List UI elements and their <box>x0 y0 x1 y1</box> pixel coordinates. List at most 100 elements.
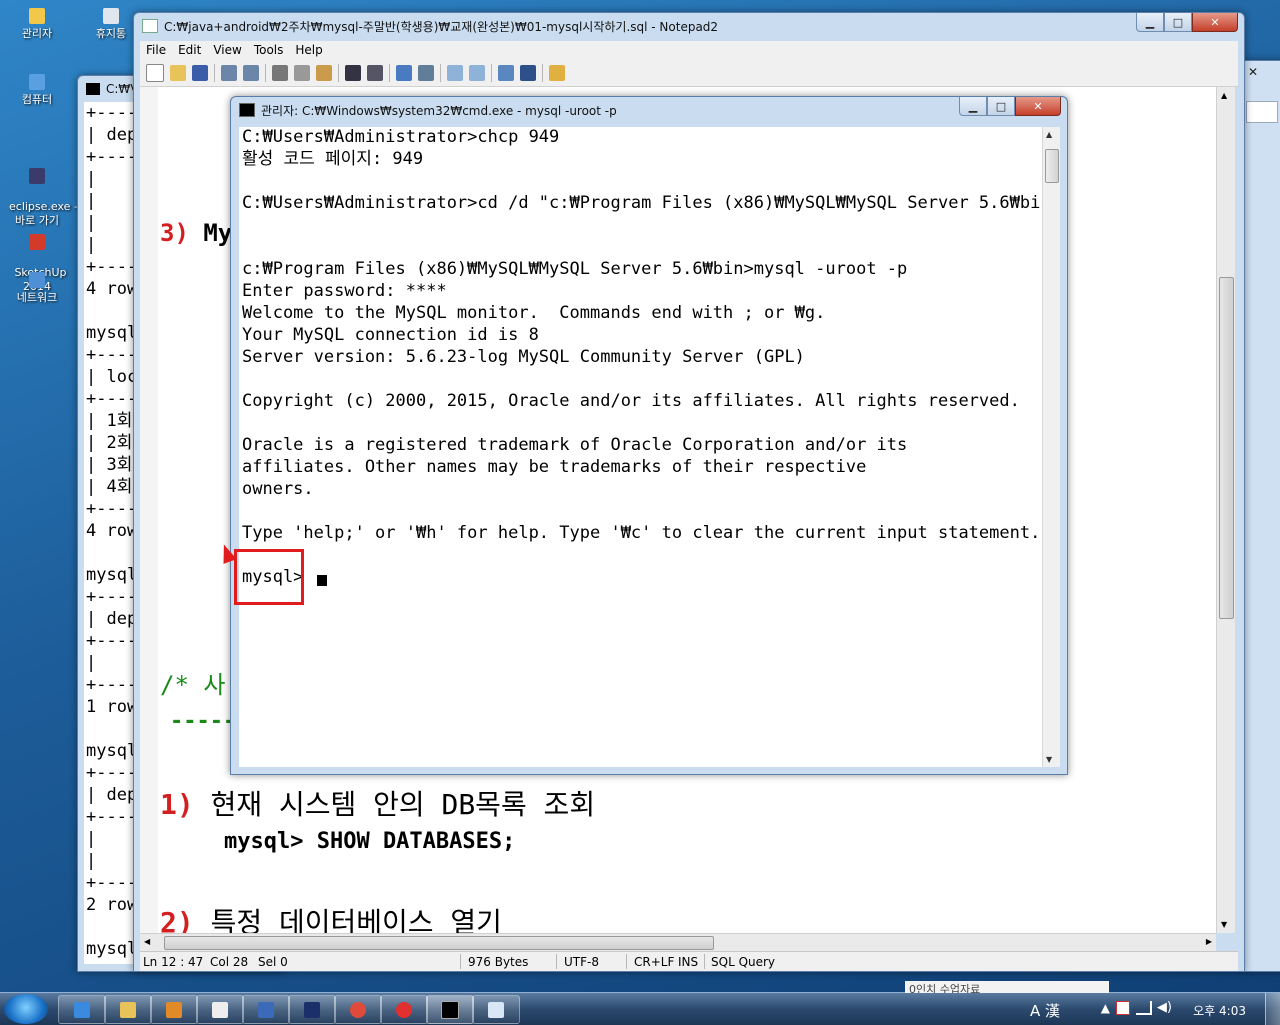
notepad-title: C:₩java+android₩2주차₩mysql-주말반(학생용)₩교재(완성… <box>164 19 719 34</box>
status-encoding[interactable]: UTF-8 <box>564 955 599 969</box>
prompt-highlight-box <box>234 549 304 605</box>
new-file-icon[interactable] <box>146 64 164 82</box>
notepad2-icon <box>488 1001 504 1018</box>
scheme-icon[interactable] <box>498 65 514 81</box>
taskbar-media[interactable] <box>150 995 198 1024</box>
cmd-caption-buttons: ▁ □ ✕ <box>959 97 1061 116</box>
cut-icon[interactable] <box>272 65 288 81</box>
menu-help[interactable]: Help <box>289 41 328 60</box>
code-line-number: 2) <box>160 906 194 933</box>
taskbar-explorer[interactable] <box>104 995 152 1024</box>
status-lexer[interactable]: SQL Query <box>711 955 775 969</box>
taskbar-notepad2[interactable] <box>472 995 520 1024</box>
start-button[interactable] <box>4 994 48 1024</box>
ime-indicator[interactable]: A 漢 <box>1030 1000 1060 1021</box>
zoom-out-icon[interactable] <box>469 65 485 81</box>
goto-icon[interactable] <box>418 65 434 81</box>
volume-icon[interactable]: ◀) <box>1157 1000 1172 1015</box>
menu-tools[interactable]: Tools <box>248 41 290 60</box>
hscroll-thumb[interactable] <box>164 936 714 950</box>
maximize-button[interactable]: □ <box>1164 13 1192 32</box>
maximize-button[interactable]: □ <box>987 97 1015 116</box>
scroll-left-icon[interactable]: ◀ <box>144 937 150 946</box>
desktop-icon-user[interactable]: 관리자 <box>2 8 72 41</box>
cmd-scrollbar[interactable]: ▲ ▼ <box>1042 127 1060 767</box>
open-folder-icon[interactable] <box>170 65 186 81</box>
show-desktop-button[interactable] <box>1265 993 1280 1025</box>
console-line: Server version: 5.6.23-log MySQL Communi… <box>242 347 805 367</box>
sketchup-icon <box>29 233 45 250</box>
action-center-icon[interactable] <box>1116 1001 1130 1015</box>
copy-icon[interactable] <box>294 65 310 81</box>
taskbar-ie[interactable] <box>58 995 106 1024</box>
zoom-in-icon[interactable] <box>447 65 463 81</box>
close-icon[interactable]: ✕ <box>1248 65 1258 79</box>
console-line: 활성 코드 페이지: 949 <box>242 149 424 169</box>
console-line: C:₩Users₩Administrator>cd /d "c:₩Program… <box>242 193 1042 213</box>
chrome-icon <box>350 1001 366 1018</box>
undo-icon[interactable] <box>221 65 237 81</box>
cmd-console[interactable]: C:₩Users₩Administrator>chcp 949 활성 코드 페이지… <box>239 127 1042 767</box>
desktop-icon-network[interactable]: 네트워크 <box>2 272 72 305</box>
status-eol[interactable]: CR+LF <box>634 955 674 969</box>
recorder-icon <box>396 1001 412 1018</box>
toolbar-separator <box>338 64 339 82</box>
taskbar-app[interactable] <box>242 995 290 1024</box>
scroll-up-icon[interactable]: ▲ <box>1221 91 1227 100</box>
scroll-up-icon[interactable]: ▲ <box>1046 130 1052 139</box>
cmd-window[interactable]: 관리자: C:₩Windows₩system32₩cmd.exe - mysql… <box>230 96 1068 775</box>
status-mode[interactable]: INS <box>678 955 698 969</box>
redo-icon[interactable] <box>243 65 259 81</box>
menu-edit[interactable]: Edit <box>172 41 207 60</box>
taskbar-notepad[interactable] <box>196 995 244 1024</box>
console-line: Oracle is a registered trademark of Orac… <box>242 435 908 455</box>
clock[interactable]: 오후 4:03 <box>1193 1002 1246 1019</box>
network-signal-icon[interactable] <box>1136 1001 1152 1015</box>
cmd-titlebar[interactable]: 관리자: C:₩Windows₩system32₩cmd.exe - mysql… <box>231 97 1067 123</box>
taskbar-cmd[interactable] <box>426 995 474 1024</box>
toolbar-separator <box>389 64 390 82</box>
word-wrap-icon[interactable] <box>396 65 412 81</box>
editor-gutter <box>140 87 158 933</box>
scroll-down-icon[interactable]: ▼ <box>1046 755 1052 764</box>
font-icon[interactable] <box>520 65 536 81</box>
code-line: mysql> SHOW DATABASES; <box>224 829 516 854</box>
toolbar-separator <box>214 64 215 82</box>
user-folder-icon <box>29 8 45 24</box>
minimize-button[interactable]: ▁ <box>959 97 987 116</box>
paste-icon[interactable] <box>316 65 332 81</box>
desktop-icon-computer[interactable]: 컴퓨터 <box>2 74 72 107</box>
taskbar-photoshop[interactable] <box>288 995 336 1024</box>
cmd-icon <box>86 83 100 95</box>
editor-horizontal-scrollbar[interactable]: ◀ ▶ <box>140 933 1216 951</box>
minimize-button[interactable]: ▁ <box>1136 13 1164 32</box>
taskbar-chrome[interactable] <box>334 995 382 1024</box>
scroll-right-icon[interactable]: ▶ <box>1206 937 1212 946</box>
scroll-thumb[interactable] <box>1045 149 1059 183</box>
menu-file[interactable]: File <box>140 41 172 60</box>
close-button[interactable]: ✕ <box>1192 13 1238 32</box>
menu-view[interactable]: View <box>207 41 247 60</box>
scroll-down-icon[interactable]: ▼ <box>1221 920 1227 929</box>
console-line: Copyright (c) 2000, 2015, Oracle and/or … <box>242 391 1020 411</box>
taskbar-recorder[interactable] <box>380 995 428 1024</box>
photoshop-icon <box>304 1001 320 1018</box>
find-icon[interactable] <box>345 65 361 81</box>
search-icon[interactable] <box>1246 101 1278 123</box>
status-col: Col 28 <box>210 955 249 969</box>
taskbar: 0인치 수업자료 A 漢 ▲ ◀) 오후 4:03 <box>0 981 1280 1025</box>
settings-icon[interactable] <box>549 65 565 81</box>
replace-icon[interactable] <box>367 65 383 81</box>
background-window-right[interactable]: ✕ <box>1243 60 1280 972</box>
editor-vertical-scrollbar[interactable]: ▲ ▼ <box>1216 87 1235 933</box>
cmd-icon <box>239 103 255 117</box>
close-button[interactable]: ✕ <box>1015 97 1061 116</box>
window-peek-strip: 0인치 수업자료 <box>905 981 1109 993</box>
show-hidden-icons[interactable]: ▲ <box>1101 1001 1110 1015</box>
scroll-thumb[interactable] <box>1219 277 1234 619</box>
save-icon[interactable] <box>192 65 208 81</box>
notepad-titlebar[interactable]: C:₩java+android₩2주차₩mysql-주말반(학생용)₩교재(완성… <box>134 13 1244 39</box>
text-cursor <box>317 575 327 586</box>
cmd-title: 관리자: C:₩Windows₩system32₩cmd.exe - mysql… <box>261 103 617 118</box>
toolbar <box>140 60 1238 87</box>
